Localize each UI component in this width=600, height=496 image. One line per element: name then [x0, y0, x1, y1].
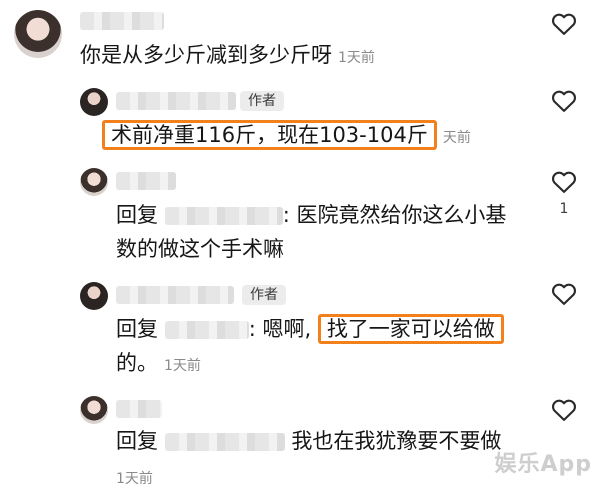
- avatar[interactable]: [80, 396, 108, 424]
- heart-outline-icon[interactable]: [550, 280, 578, 308]
- mentioned-user-blurred[interactable]: [164, 433, 285, 451]
- comment-body: : 医院竟然给你这么小基: [282, 203, 507, 227]
- timestamp: 1天前: [338, 50, 375, 66]
- avatar[interactable]: [80, 168, 108, 196]
- watermark: 娱乐App: [494, 452, 592, 477]
- heart-outline-icon[interactable]: [550, 10, 578, 38]
- username-blurred[interactable]: [116, 286, 234, 304]
- comment-body: 我也在我犹豫要不要做: [291, 429, 502, 453]
- highlighted-text: 找了一家可以给做: [317, 314, 504, 344]
- timestamp: 1天前: [164, 358, 201, 374]
- comment-body-end: 的。: [116, 351, 158, 375]
- like-count: 1: [559, 201, 569, 217]
- timestamp: 1天前: [116, 471, 153, 487]
- comment-text: 你是从多少斤减到多少斤呀 1天前: [80, 40, 375, 73]
- reply-prefix: 回复: [116, 203, 158, 227]
- username-blurred[interactable]: [116, 92, 236, 110]
- username-blurred[interactable]: [116, 172, 176, 190]
- reply-line-1: 回复 : 嗯啊, 找了一家可以给做: [116, 314, 504, 344]
- reply-line-2: 数的做这个手术嘛: [116, 237, 284, 261]
- timestamp: 天前: [442, 130, 471, 146]
- reply-line-2: 的。 1天前: [116, 348, 201, 381]
- author-badge: 作者: [240, 91, 284, 111]
- heart-outline-icon[interactable]: [550, 396, 578, 424]
- reply-prefix: 回复: [116, 317, 158, 341]
- mentioned-user-blurred[interactable]: [164, 207, 283, 225]
- heart-outline-icon[interactable]: [550, 87, 578, 115]
- username-blurred[interactable]: [80, 12, 164, 30]
- mentioned-user-blurred[interactable]: [164, 321, 249, 339]
- comment-body: 你是从多少斤减到多少斤呀: [80, 43, 332, 67]
- highlighted-text: 术前净重116斤，现在103-104斤: [102, 120, 437, 150]
- heart-outline-icon[interactable]: [550, 168, 578, 196]
- username-blurred[interactable]: [116, 400, 162, 418]
- avatar[interactable]: [14, 10, 62, 58]
- reply-line-1: 回复 我也在我犹豫要不要做: [116, 426, 501, 456]
- reply-line-1: 回复 : 医院竟然给你这么小基: [116, 200, 506, 230]
- avatar[interactable]: [80, 282, 108, 310]
- comment-body: : 嗯啊,: [248, 317, 312, 341]
- comment-text: 术前净重116斤，现在103-104斤 天前: [102, 120, 471, 153]
- reply-prefix: 回复: [116, 429, 158, 453]
- author-badge: 作者: [242, 285, 286, 305]
- avatar[interactable]: [80, 88, 108, 116]
